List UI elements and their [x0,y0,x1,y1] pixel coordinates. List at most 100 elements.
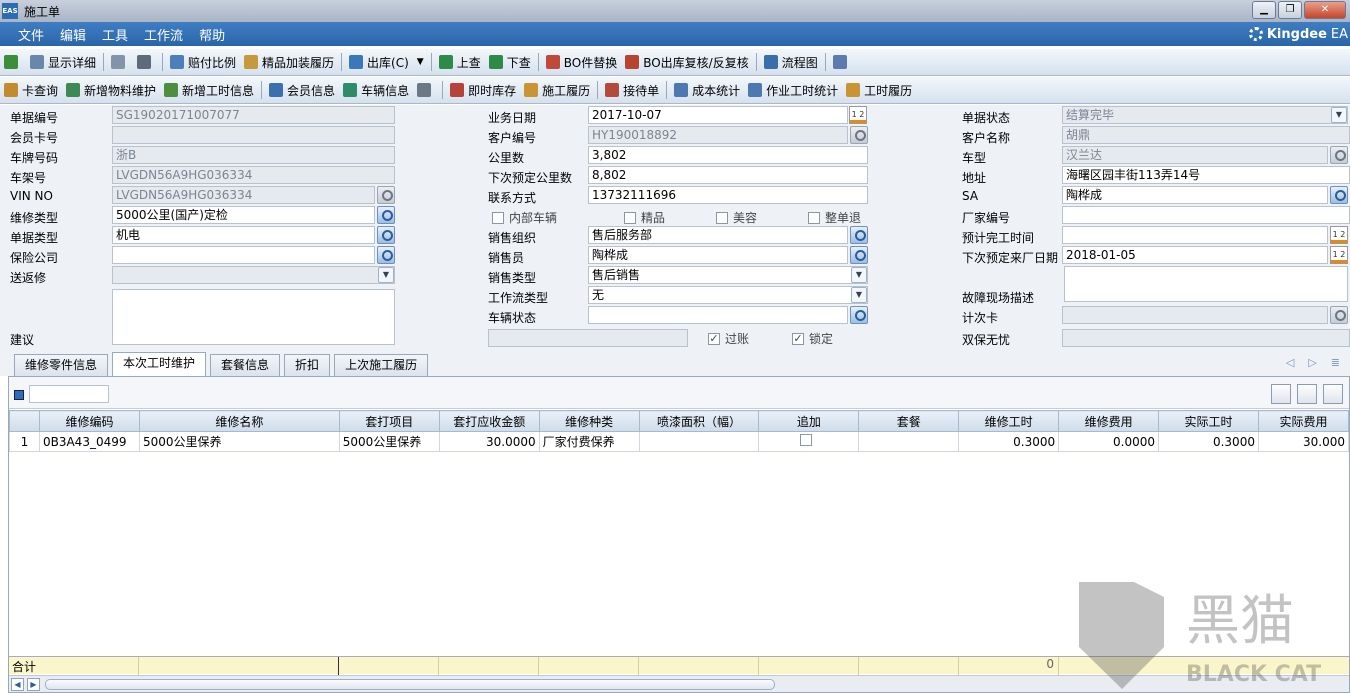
cell-repair-name[interactable]: 5000公里保养 [138,431,340,452]
bo-review-button[interactable]: BO出库复核/反复核 [621,51,753,73]
posted-checkbox[interactable]: ✓ 过账 [708,330,749,347]
member-card-field[interactable] [112,126,395,144]
internal-vehicle-checkbox[interactable]: 内部车辆 [492,209,557,226]
vehicle-status-field[interactable] [588,306,848,324]
count-card-lookup-icon[interactable] [1330,306,1348,324]
delete-row-icon[interactable] [1323,384,1343,404]
return-repair-select[interactable] [112,266,395,284]
chevron-down-icon[interactable]: ▼ [378,267,394,283]
tab-last-history[interactable]: 上次施工履历 [334,354,429,376]
exit-button[interactable] [829,51,855,73]
boutique-history-button[interactable]: 精品加装履历 [240,51,338,73]
cell-repair-cost[interactable]: 0.0000 [1058,431,1160,452]
tab-package-info[interactable]: 套餐信息 [210,354,281,376]
calendar-icon[interactable]: 1 2 [1330,246,1348,264]
cell-print-item[interactable]: 5000公里保养 [338,431,440,452]
column-header[interactable]: 实际费用 [1257,410,1350,432]
maximize-button[interactable]: ❐ [1278,1,1302,19]
trace-down-button[interactable]: 下查 [485,51,535,73]
full-return-checkbox[interactable]: 整单退 [808,209,861,226]
card-query-button[interactable]: 卡查询 [0,79,62,101]
scroll-right-icon[interactable]: ▶ [27,678,40,691]
outbound-button[interactable]: 出库(C) ▼ [345,51,428,73]
customer-name-field[interactable]: 胡鼎 [1062,126,1350,144]
doc-status-select[interactable]: 结算完毕 [1062,106,1348,124]
next-visit-field[interactable]: 2018-01-05 [1062,246,1328,264]
insert-row-icon[interactable] [1297,384,1317,404]
doc-type-field[interactable]: 机电 [112,226,375,244]
add-row-icon[interactable] [1271,384,1291,404]
vin-field[interactable]: LVGDN56A9HG036334 [112,186,375,204]
suggestion-textarea[interactable] [112,289,395,345]
column-header[interactable]: 维修编码 [38,410,140,432]
tab-prev-icon[interactable]: ◁ [1286,356,1294,369]
realtime-stock-button[interactable]: 即时库存 [446,79,520,101]
car-model-lookup-icon[interactable] [1330,146,1348,164]
beauty-checkbox[interactable]: 美容 [716,209,757,226]
labor-stat-button[interactable]: 作业工时统计 [744,79,842,101]
insurer-field[interactable] [112,246,375,264]
mileage-field[interactable]: 3,802 [588,146,868,164]
column-header[interactable]: 维修种类 [538,410,640,432]
append-checkbox[interactable] [800,434,813,446]
column-header[interactable]: 实际工时 [1158,410,1259,432]
chevron-down-icon[interactable]: ▼ [417,57,424,67]
sales-org-field[interactable]: 售后服务部 [588,226,848,244]
select-icon[interactable] [14,390,24,400]
plate-number-field[interactable]: 浙B [112,146,395,164]
count-card-field[interactable] [1062,306,1328,324]
minimize-button[interactable]: ▁ [1252,1,1276,19]
salesperson-field[interactable]: 陶桦成 [588,246,848,264]
factory-number-field[interactable] [1062,206,1350,224]
sa-field[interactable]: 陶桦成 [1062,186,1328,204]
order-number-field[interactable]: SG19020171007077 [112,106,395,124]
fault-description-textarea[interactable] [1064,266,1348,302]
workflow-type-select[interactable]: 无 [588,286,868,304]
column-header[interactable]: 套餐 [858,410,960,432]
customer-lookup-icon[interactable] [850,126,868,144]
menu-file[interactable]: 文件 [10,25,52,44]
tab-discount[interactable]: 折扣 [284,354,331,376]
sales-type-select[interactable]: 售后销售 [588,266,868,284]
tab-list-icon[interactable]: ≣ [1331,356,1340,369]
column-header[interactable]: 喷漆面积（幅） [638,410,760,432]
next-mileage-field[interactable]: 8,802 [588,166,868,184]
column-header[interactable]: 维修工时 [958,410,1060,432]
menu-edit[interactable]: 编辑 [52,25,94,44]
tab-next-icon[interactable]: ▷ [1308,356,1316,369]
cell-paint-area[interactable] [638,431,760,452]
cell-package[interactable] [858,431,960,452]
column-header[interactable]: 套打项目 [338,410,440,432]
refresh-button[interactable] [0,51,26,73]
scrollbar-thumb[interactable] [45,679,775,690]
cell-actual-cost[interactable]: 30.000 [1257,431,1350,452]
repair-type-field[interactable]: 5000公里(国产)定检 [112,206,375,224]
print-preview-button[interactable] [107,51,133,73]
reception-order-button[interactable]: 接待单 [601,79,663,101]
flowchart-button[interactable]: 流程图 [760,51,822,73]
repair-type-lookup-icon[interactable] [377,206,395,224]
vin-lookup-icon[interactable] [377,186,395,204]
horizontal-scrollbar[interactable]: ◀ ▶ [9,675,1349,692]
bo-replace-button[interactable]: BO件替换 [542,51,621,73]
compensation-ratio-button[interactable]: 赔付比例 [166,51,240,73]
calendar-icon[interactable]: 1 2 [849,106,867,124]
salesperson-lookup-icon[interactable] [850,246,868,264]
add-material-button[interactable]: 新增物料维护 [62,79,160,101]
labor-history-button[interactable]: 工时履历 [842,79,916,101]
panel-filter-field[interactable] [29,385,109,403]
business-date-field[interactable]: 2017-10-07 [588,106,848,124]
double-warranty-field[interactable] [1062,329,1350,347]
show-detail-button[interactable]: 显示详细 [26,51,100,73]
cell-actual-hours[interactable]: 0.3000 [1158,431,1259,452]
trace-up-button[interactable]: 上查 [435,51,485,73]
tab-labor-maintenance[interactable]: 本次工时维护 [112,352,207,376]
scroll-left-icon[interactable]: ◀ [11,678,24,691]
insurer-lookup-icon[interactable] [377,246,395,264]
boutique-checkbox[interactable]: 精品 [624,209,665,226]
sales-org-lookup-icon[interactable] [850,226,868,244]
print-button[interactable] [133,51,159,73]
cost-stat-button[interactable]: 成本统计 [670,79,744,101]
member-info-button[interactable]: 会员信息 [265,79,339,101]
menu-help[interactable]: 帮助 [191,25,233,44]
